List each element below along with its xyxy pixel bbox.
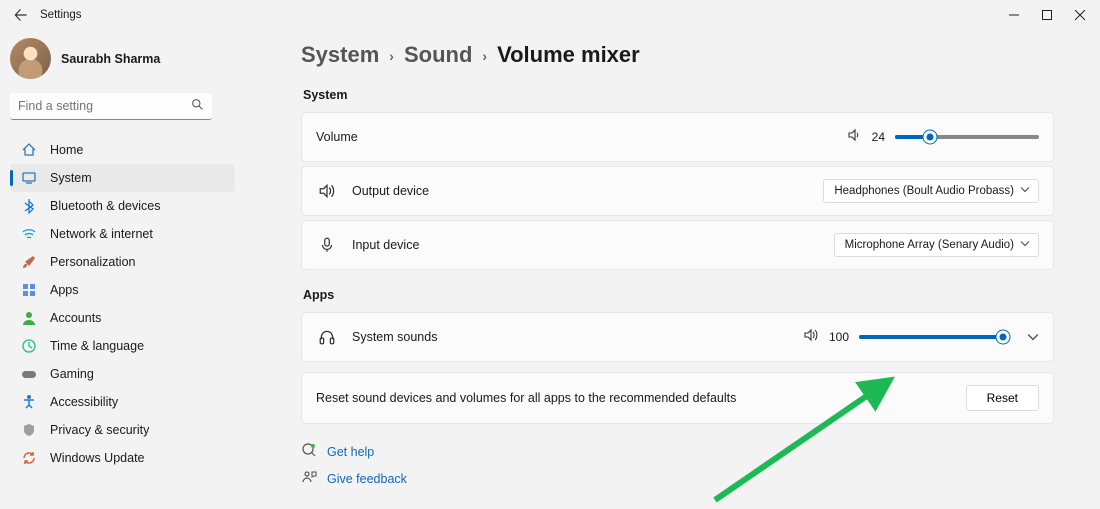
window-minimize-button[interactable] xyxy=(997,2,1030,28)
speaker-icon xyxy=(316,180,338,202)
microphone-icon xyxy=(316,234,338,256)
chevron-right-icon: › xyxy=(482,48,487,64)
output-device-label: Output device xyxy=(352,184,429,198)
page-title: Volume mixer xyxy=(497,42,640,68)
home-icon xyxy=(20,141,38,159)
help-icon xyxy=(301,442,317,461)
sidebar-item-privacy[interactable]: Privacy & security xyxy=(10,416,235,444)
update-icon xyxy=(20,449,38,467)
sidebar-item-label: System xyxy=(50,171,92,185)
chevron-right-icon: › xyxy=(389,48,394,64)
search-input[interactable] xyxy=(10,93,212,120)
search-icon xyxy=(191,98,204,116)
window-maximize-button[interactable] xyxy=(1030,2,1063,28)
breadcrumb-sound[interactable]: Sound xyxy=(404,42,472,68)
output-device-card: Output device Headphones (Boult Audio Pr… xyxy=(301,166,1054,216)
section-label-system: System xyxy=(303,88,1052,102)
system-icon xyxy=(20,169,38,187)
section-label-apps: Apps xyxy=(303,288,1052,302)
sidebar-item-label: Windows Update xyxy=(50,451,145,465)
output-device-value: Headphones (Boult Audio Probass) xyxy=(834,185,1014,197)
give-feedback-link[interactable]: Give feedback xyxy=(327,472,407,486)
system-sounds-card: System sounds 100 xyxy=(301,312,1054,362)
sidebar-item-label: Time & language xyxy=(50,339,144,353)
reset-button[interactable]: Reset xyxy=(966,385,1039,411)
system-sounds-label: System sounds xyxy=(352,330,437,344)
title-bar: Settings xyxy=(0,0,1100,30)
input-device-value: Microphone Array (Senary Audio) xyxy=(845,239,1014,251)
sidebar-item-system[interactable]: System xyxy=(10,164,235,192)
feedback-icon xyxy=(301,469,317,488)
volume-value: 24 xyxy=(872,130,885,144)
sidebar-item-gaming[interactable]: Gaming xyxy=(10,360,235,388)
sidebar-item-label: Gaming xyxy=(50,367,94,381)
content-area: System › Sound › Volume mixer System Vol… xyxy=(245,30,1100,509)
apps-icon xyxy=(20,281,38,299)
headphones-icon xyxy=(316,326,338,348)
profile-name: Saurabh Sharma xyxy=(61,52,160,66)
avatar xyxy=(10,38,51,79)
chevron-down-icon xyxy=(1020,239,1030,252)
breadcrumb-system[interactable]: System xyxy=(301,42,379,68)
brush-icon xyxy=(20,253,38,271)
speaker-low-icon[interactable] xyxy=(846,127,862,148)
bluetooth-icon xyxy=(20,197,38,215)
reset-description: Reset sound devices and volumes for all … xyxy=(316,391,736,405)
breadcrumb: System › Sound › Volume mixer xyxy=(301,42,1054,68)
sidebar-item-label: Bluetooth & devices xyxy=(50,199,161,213)
back-icon xyxy=(14,8,28,22)
output-device-select[interactable]: Headphones (Boult Audio Probass) xyxy=(823,179,1039,203)
accessibility-icon xyxy=(20,393,38,411)
app-title: Settings xyxy=(40,9,82,21)
sidebar-item-accounts[interactable]: Accounts xyxy=(10,304,235,332)
volume-label: Volume xyxy=(316,130,358,144)
input-device-card: Input device Microphone Array (Senary Au… xyxy=(301,220,1054,270)
volume-slider[interactable] xyxy=(895,135,1039,139)
sidebar-item-personalization[interactable]: Personalization xyxy=(10,248,235,276)
chevron-down-icon xyxy=(1020,185,1030,198)
sidebar-item-time[interactable]: Time & language xyxy=(10,332,235,360)
profile-block[interactable]: Saurabh Sharma xyxy=(10,38,235,79)
get-help-link[interactable]: Get help xyxy=(327,445,374,459)
network-icon xyxy=(20,225,38,243)
input-device-label: Input device xyxy=(352,238,419,252)
sidebar-item-label: Personalization xyxy=(50,255,135,269)
expand-button[interactable] xyxy=(1027,331,1039,343)
speaker-icon[interactable] xyxy=(803,327,819,348)
sidebar-item-label: Accessibility xyxy=(50,395,118,409)
privacy-icon xyxy=(20,421,38,439)
account-icon xyxy=(20,309,38,327)
volume-card: Volume 24 xyxy=(301,112,1054,162)
sidebar-item-home[interactable]: Home xyxy=(10,136,235,164)
sidebar-item-accessibility[interactable]: Accessibility xyxy=(10,388,235,416)
gaming-icon xyxy=(20,365,38,383)
sidebar-item-update[interactable]: Windows Update xyxy=(10,444,235,472)
reset-card: Reset sound devices and volumes for all … xyxy=(301,372,1054,424)
sidebar: Saurabh Sharma Home System Bluetooth & d… xyxy=(0,30,245,509)
input-device-select[interactable]: Microphone Array (Senary Audio) xyxy=(834,233,1039,257)
sidebar-item-label: Network & internet xyxy=(50,227,153,241)
sidebar-item-label: Apps xyxy=(50,283,79,297)
sidebar-item-label: Accounts xyxy=(50,311,101,325)
system-sounds-value: 100 xyxy=(829,330,849,344)
nav-list: Home System Bluetooth & devices Network … xyxy=(10,136,235,472)
sidebar-item-network[interactable]: Network & internet xyxy=(10,220,235,248)
clock-icon xyxy=(20,337,38,355)
window-close-button[interactable] xyxy=(1063,2,1096,28)
system-sounds-slider[interactable] xyxy=(859,335,1003,339)
sidebar-item-label: Privacy & security xyxy=(50,423,149,437)
back-button[interactable] xyxy=(10,4,32,26)
sidebar-item-bluetooth[interactable]: Bluetooth & devices xyxy=(10,192,235,220)
sidebar-item-label: Home xyxy=(50,143,83,157)
sidebar-item-apps[interactable]: Apps xyxy=(10,276,235,304)
